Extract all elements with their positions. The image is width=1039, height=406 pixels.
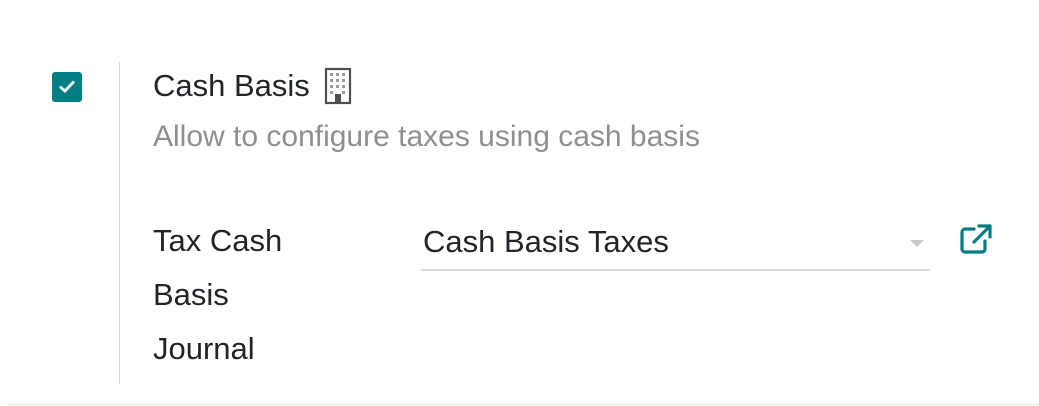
label-line: Basis	[153, 277, 229, 312]
label-line: Tax Cash	[153, 223, 283, 258]
open-record-button[interactable]	[958, 222, 994, 256]
setting-title: Cash Basis	[153, 68, 310, 103]
caret-down-icon[interactable]	[910, 240, 924, 247]
tax-cash-basis-journal-label: Tax Cash Basis Journal	[153, 214, 353, 376]
tax-cash-basis-journal-select[interactable]: Cash Basis Taxes	[421, 215, 930, 271]
external-link-icon	[960, 224, 992, 254]
setting-divider	[119, 62, 120, 384]
checkmark-icon	[59, 80, 75, 93]
cash-basis-checkbox[interactable]	[52, 72, 82, 102]
cash-basis-setting: Cash Basis Allow to configure taxes usin…	[0, 0, 1039, 406]
building-icon	[322, 64, 354, 108]
setting-description: Allow to configure taxes using cash basi…	[153, 120, 700, 153]
label-line: Journal	[153, 331, 255, 366]
select-value: Cash Basis Taxes	[423, 224, 669, 259]
panel-bottom-border	[8, 404, 1039, 405]
setting-header: Cash Basis	[153, 64, 354, 108]
